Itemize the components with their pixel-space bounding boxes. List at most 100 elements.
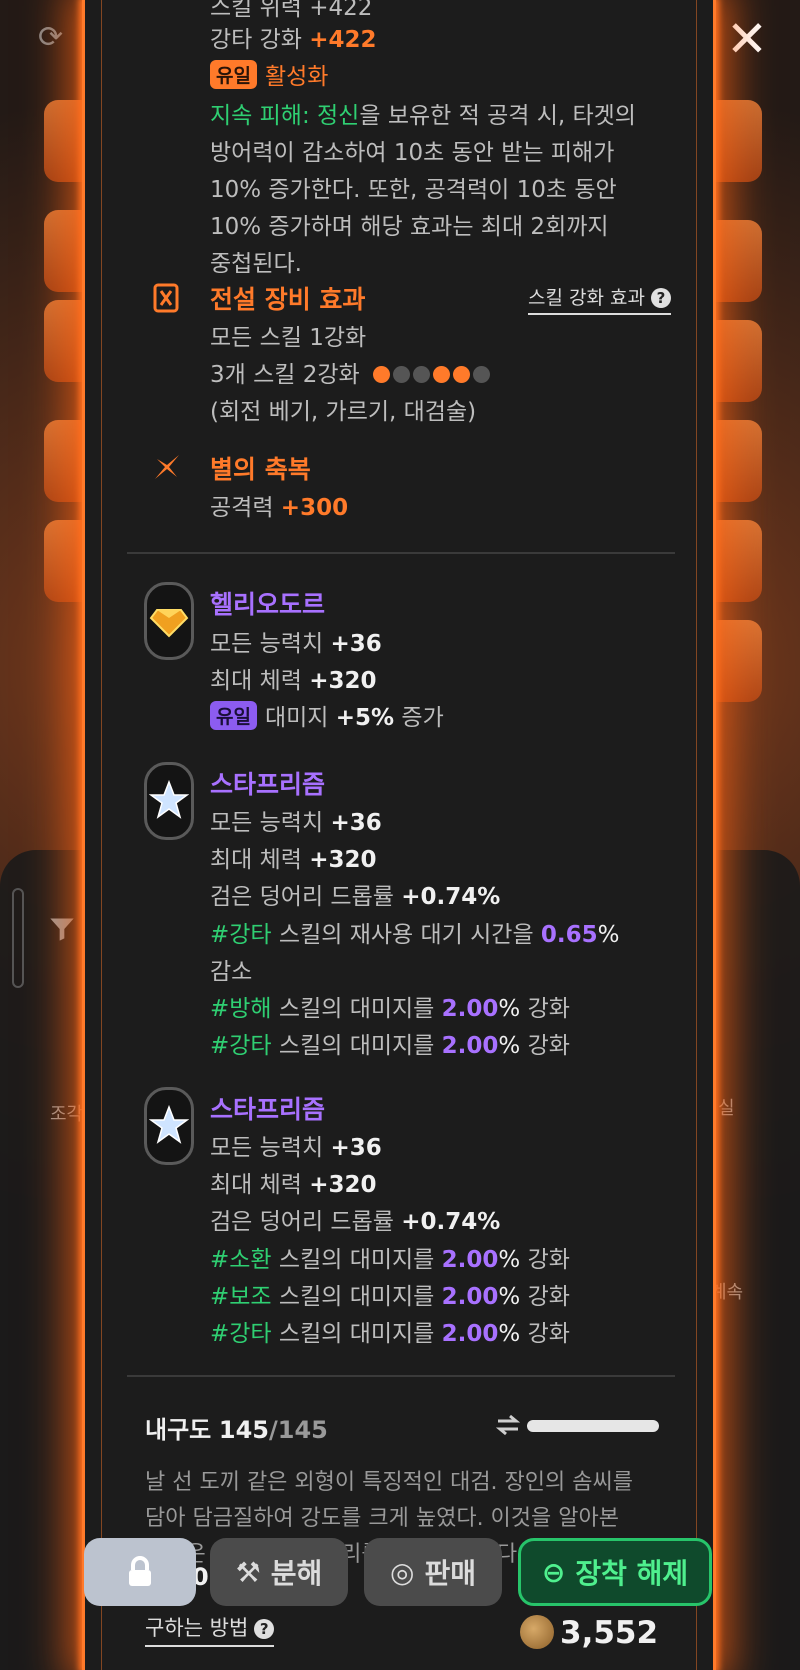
gem-name: 스타프리즘 bbox=[210, 770, 326, 799]
skill-text: 스킬의 대미지를 bbox=[278, 1321, 435, 1347]
unique-desc-line: 중첩된다. bbox=[210, 251, 302, 277]
background-label: 실 bbox=[718, 1098, 735, 1119]
unique-desc-line: 지속 피해: 정신을 보유한 적 공격 시, 타겟의 bbox=[210, 96, 636, 130]
close-icon[interactable]: ✕ bbox=[722, 14, 772, 64]
unique-desc-line: 10% 증가하며 해당 효과는 최대 2회까지 bbox=[210, 214, 609, 240]
skill-unit: % bbox=[498, 996, 521, 1022]
gem-slot bbox=[144, 582, 194, 660]
stat-label: 최대 체력 bbox=[210, 668, 302, 694]
skill-suffix: 강화 bbox=[527, 1284, 570, 1310]
refresh-icon[interactable]: ⟳ bbox=[38, 20, 72, 55]
skill-unit: % bbox=[498, 1321, 521, 1347]
gem-stat-line: 검은 덩어리 드롭률 +0.74% bbox=[210, 1202, 500, 1236]
skill-effect-link[interactable]: 스킬 강화 효과? bbox=[528, 283, 671, 315]
skill-unit: % bbox=[498, 1033, 521, 1059]
background-label: 조각 bbox=[50, 1104, 84, 1125]
disassemble-icon: ⚒ bbox=[235, 1555, 261, 1589]
divider bbox=[127, 1375, 675, 1377]
skill-level-dot bbox=[393, 366, 411, 383]
stat-label: 검은 덩어리 드롭률 bbox=[210, 884, 394, 910]
skill-level-dots bbox=[373, 363, 493, 389]
sell-label: 판매 bbox=[424, 1557, 476, 1590]
price-display: 3,552 bbox=[520, 1615, 658, 1651]
durability-current: 145 bbox=[218, 1416, 269, 1444]
gem-name: 헬리오도르 bbox=[210, 590, 326, 619]
sell-button[interactable]: ◎ 판매 bbox=[364, 1538, 502, 1606]
skill-text: 스킬의 대미지를 bbox=[278, 1284, 435, 1310]
skill-unit: % bbox=[597, 922, 620, 948]
legend-equip-icon bbox=[153, 283, 179, 313]
divider bbox=[127, 552, 675, 554]
gem-skill-line: 감소 bbox=[210, 959, 253, 985]
durability-label: 내구도 bbox=[145, 1416, 212, 1444]
durability-max: /145 bbox=[269, 1416, 328, 1444]
gem-slot bbox=[144, 1087, 194, 1165]
stat-value: +36 bbox=[330, 810, 382, 836]
stat-label: 대미지 bbox=[264, 705, 329, 731]
desc-text: 을 보유한 적 공격 시, 타겟의 bbox=[359, 103, 636, 129]
skill-value: 2.00 bbox=[441, 996, 499, 1022]
stat-value: +36 bbox=[330, 1135, 382, 1161]
skill-text: 스킬의 대미지를 bbox=[278, 1247, 435, 1273]
unequip-button[interactable]: ⊖ 장착 해제 bbox=[518, 1538, 712, 1606]
durability-bar bbox=[527, 1420, 659, 1432]
skill-value: 2.00 bbox=[441, 1033, 499, 1059]
skill-tag: #보조 bbox=[210, 1284, 272, 1310]
strike-enhance-line: 강타 강화 +422 bbox=[210, 20, 377, 54]
gem-skill-line: #소환 스킬의 대미지를 2.00% 강화 bbox=[210, 1240, 570, 1274]
skill-text: 스킬의 대미지를 bbox=[278, 996, 435, 1022]
stat-suffix: 증가 bbox=[401, 705, 444, 731]
disassemble-button[interactable]: ⚒ 분해 bbox=[210, 1538, 348, 1606]
gem-skill-line: #방해 스킬의 대미지를 2.00% 강화 bbox=[210, 989, 570, 1023]
stat-label: 모든 능력치 bbox=[210, 1135, 324, 1161]
legend-effect-line: 3개 스킬 2강화 bbox=[210, 355, 493, 389]
skill-text: 스킬의 대미지를 bbox=[278, 1033, 435, 1059]
skill-level-dot bbox=[373, 366, 391, 383]
gem-name: 스타프리즘 bbox=[210, 1095, 326, 1124]
stat-value: +300 bbox=[280, 495, 349, 521]
stat-label: 최대 체력 bbox=[210, 847, 302, 873]
skill-effect-link-label: 스킬 강화 효과 bbox=[528, 287, 645, 309]
starprism-gem-icon bbox=[149, 1105, 189, 1144]
price-value: 3,552 bbox=[560, 1615, 659, 1651]
skill-unit: % bbox=[498, 1247, 521, 1273]
skill-level-dot bbox=[433, 366, 451, 383]
stat-label: 모든 능력치 bbox=[210, 810, 324, 836]
blessing-line: 공격력 +300 bbox=[210, 488, 348, 522]
drag-handle[interactable] bbox=[12, 888, 24, 988]
desc-keyword: 지속 피해: 정신 bbox=[210, 103, 360, 129]
gem-stat-line: 모든 능력치 +36 bbox=[210, 624, 382, 658]
unique-desc-line: 10% 증가한다. 또한, 공격력이 10초 동안 bbox=[210, 177, 617, 203]
heliodor-gem-icon bbox=[149, 609, 189, 638]
stat-value: +320 bbox=[309, 1172, 377, 1198]
stat-label: 모든 능력치 bbox=[210, 631, 324, 657]
gem-skill-line: #강타 스킬의 대미지를 2.00% 강화 bbox=[210, 1314, 570, 1348]
skill-tag: #강타 bbox=[210, 1321, 272, 1347]
skill-tag: #방해 bbox=[210, 996, 272, 1022]
blessing-title: 별의 축복 bbox=[210, 455, 311, 484]
acquire-method-link[interactable]: 구하는 방법? bbox=[145, 1612, 275, 1647]
gem-stat-line: 모든 능력치 +36 bbox=[210, 803, 382, 837]
gem-stat-line: 검은 덩어리 드롭률 +0.74% bbox=[210, 877, 500, 911]
skill-tag: #소환 bbox=[210, 1247, 272, 1273]
filter-icon[interactable] bbox=[48, 915, 76, 943]
gem-stat-line: 최대 체력 +320 bbox=[210, 1165, 377, 1199]
stat-label: 최대 체력 bbox=[210, 1172, 302, 1198]
help-icon: ? bbox=[254, 1619, 275, 1639]
stat-label: 강타 강화 bbox=[210, 27, 302, 53]
legend-effect-title: 전설 장비 효과 bbox=[210, 285, 366, 314]
legend-effect-line: (회전 베기, 가르기, 대검술) bbox=[210, 399, 477, 425]
starprism-gem-icon bbox=[149, 780, 189, 819]
gem-stat-line: 최대 체력 +320 bbox=[210, 661, 377, 695]
acquire-method-label: 구하는 방법 bbox=[145, 1616, 249, 1640]
skill-unit: % bbox=[498, 1284, 521, 1310]
lock-button[interactable] bbox=[84, 1538, 196, 1606]
gem-skill-line: #강타 스킬의 대미지를 2.00% 강화 bbox=[210, 1026, 570, 1060]
minus-circle-icon: ⊖ bbox=[541, 1555, 566, 1589]
stat-label: 공격력 bbox=[210, 495, 274, 521]
skill-value: 2.00 bbox=[441, 1321, 499, 1347]
unique-desc-line: 방어력이 감소하여 10초 동안 받는 피해가 bbox=[210, 140, 615, 166]
skill-suffix: 강화 bbox=[527, 996, 570, 1022]
gem-skill-line: #보조 스킬의 대미지를 2.00% 강화 bbox=[210, 1277, 570, 1311]
skill-value: 0.65 bbox=[540, 922, 598, 948]
